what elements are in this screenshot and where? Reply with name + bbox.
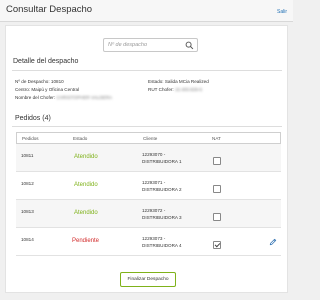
driver-info: Nombre del Chofer: CHRISTOPHER VALDERA (15, 95, 112, 100)
rut-label: RUT Chofer: (148, 87, 174, 92)
cliente-cell: 12293072 - DISTRIBUIDORA 3 (142, 207, 182, 221)
pedido-id: 10813 (21, 209, 34, 214)
table-header: Pedidos Estado Cliente NAT (16, 132, 281, 144)
pedido-id: 10812 (21, 181, 34, 186)
nat-checkbox[interactable] (213, 241, 221, 249)
cliente-name: DISTRIBUIDORA 4 (142, 243, 182, 248)
table-row: 10814 Pendiente 12293073 - DISTRIBUIDORA… (16, 228, 281, 256)
despacho-status: Estado: Salida MCia Realized (148, 79, 209, 84)
centro-label: Centro: (15, 87, 31, 92)
status-badge: Atendido (74, 182, 98, 188)
cliente-name: DISTRIBUIDORA 2 (142, 187, 182, 192)
centro-info: Centro: Maipú y Oficina Central (15, 87, 79, 92)
pedido-id: 10811 (21, 153, 34, 158)
estado-label: Estado: (148, 79, 164, 84)
cliente-code: 12293072 - (142, 208, 166, 213)
detail-divider (12, 70, 282, 71)
search-box[interactable] (103, 38, 198, 52)
page-title: Consultar Despacho (6, 4, 93, 15)
cliente-cell: 12293070 - DISTRIBUIDORA 1 (142, 151, 182, 165)
cliente-name: DISTRIBUIDORA 3 (142, 215, 182, 220)
nat-checkbox[interactable] (213, 213, 221, 221)
despacho-label: Nº de Despacho: (15, 79, 50, 84)
estado-value: Salida MCia Realized (164, 79, 209, 84)
nat-checkbox[interactable] (213, 185, 221, 193)
col-pedidos: Pedidos (22, 136, 39, 141)
cliente-cell: 12293073 - DISTRIBUIDORA 4 (142, 235, 182, 249)
top-bar: Consultar Despacho Salir (0, 0, 293, 22)
status-badge: Atendido (74, 210, 98, 216)
status-badge: Atendido (74, 154, 98, 160)
finalize-dispatch-button[interactable]: Finalizar Despacho (120, 272, 176, 287)
cliente-name: DISTRIBUIDORA 1 (142, 159, 182, 164)
despacho-value: 10810 (50, 79, 64, 84)
table-row: 10812 Atendido 12293071 - DISTRIBUIDORA … (16, 172, 281, 200)
nombre-value: CHRISTOPHER VALDERA (56, 95, 113, 100)
logout-link[interactable]: Salir (277, 9, 287, 15)
centro-value: Maipú y Oficina Central (31, 87, 80, 92)
pedidos-section-title: Pedidos (4) (15, 115, 51, 122)
search-icon[interactable] (185, 41, 194, 50)
rut-info: RUT Chofer: 15.400.829-6 (148, 87, 202, 92)
cliente-code: 12293073 - (142, 236, 166, 241)
nat-checkbox[interactable] (213, 157, 221, 165)
cliente-cell: 12293071 - DISTRIBUIDORA 2 (142, 179, 182, 193)
detail-section-title: Detalle del despacho (13, 58, 79, 65)
pedido-id: 10814 (21, 237, 34, 242)
rut-value: 15.400.829-6 (174, 87, 203, 92)
table-row: 10811 Atendido 12293070 - DISTRIBUIDORA … (16, 144, 281, 172)
pedidos-table: Pedidos Estado Cliente NAT 10811 Atendid… (16, 132, 281, 264)
pencil-icon[interactable] (269, 238, 277, 246)
search-input[interactable] (108, 40, 178, 50)
nombre-label: Nombre del Chofer: (15, 95, 56, 100)
cliente-code: 12293070 - (142, 152, 166, 157)
pedidos-divider (12, 126, 282, 127)
dispatch-card: Detalle del despacho Nº de Despacho: 108… (5, 25, 288, 293)
cliente-code: 12293071 - (142, 180, 166, 185)
col-estado: Estado (73, 136, 88, 141)
col-nat: NAT (212, 136, 221, 141)
status-badge: Pendiente (72, 238, 100, 244)
col-cliente: Cliente (143, 136, 158, 141)
table-row: 10813 Atendido 12293072 - DISTRIBUIDORA … (16, 200, 281, 228)
despacho-number: Nº de Despacho: 10810 (15, 79, 64, 84)
